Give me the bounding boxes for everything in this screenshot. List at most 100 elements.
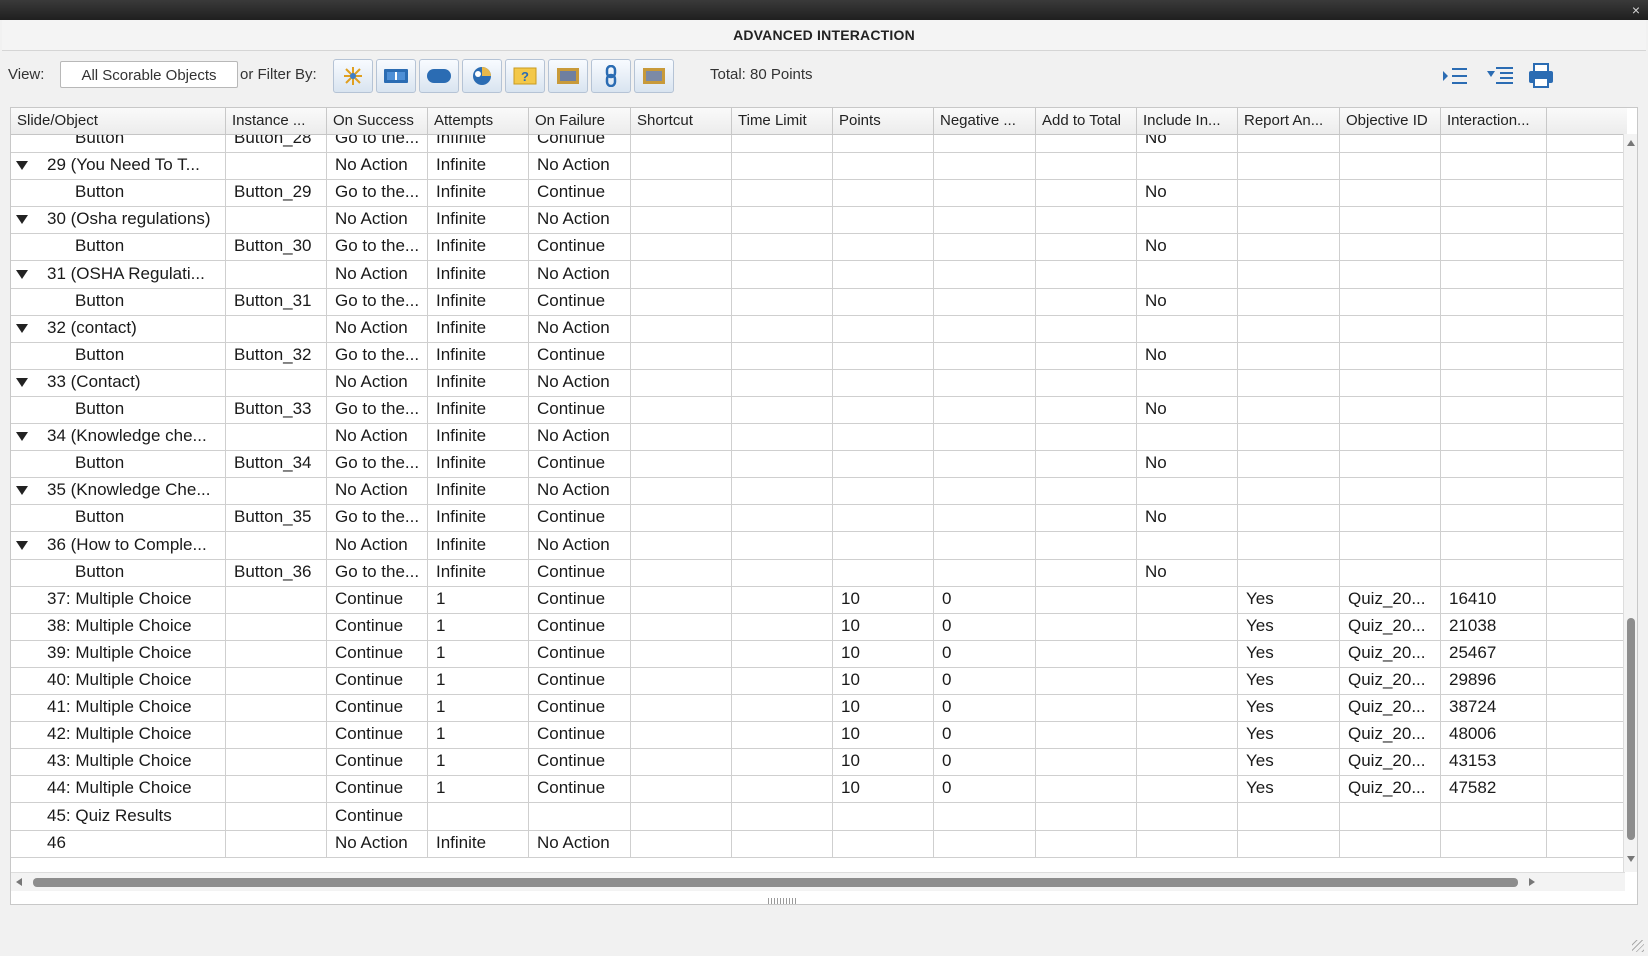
cell-col-negative[interactable]: [934, 801, 1036, 830]
cell-col-objective-id[interactable]: [1340, 313, 1441, 342]
cell-col-add-to-total[interactable]: [1036, 801, 1137, 830]
cell-col-objective-id[interactable]: Quiz_20...: [1340, 638, 1441, 667]
cell-col-negative[interactable]: [934, 286, 1036, 315]
cell-col-interaction-id[interactable]: [1441, 205, 1547, 234]
cell-col-interaction-id[interactable]: [1441, 449, 1547, 478]
cell-col-on-failure[interactable]: No Action: [529, 367, 631, 396]
table-row[interactable]: Button Button_32 Go to the... Infinite Conti…: [11, 340, 1627, 370]
table-row[interactable]: Button Button_34 Go to the... Infinite Conti…: [11, 449, 1627, 479]
cell-col-report-answers[interactable]: [1238, 340, 1340, 369]
close-icon[interactable]: ×: [1632, 2, 1640, 18]
cell-col-on-success[interactable]: Go to the...: [327, 178, 428, 207]
cell-col-interaction-id[interactable]: [1441, 259, 1547, 288]
expand-toggle-icon[interactable]: [16, 486, 28, 496]
cell-col-negative[interactable]: 0: [934, 774, 1036, 803]
cell-col-interaction-id[interactable]: [1441, 801, 1547, 830]
cell-col-attempts[interactable]: Infinite: [428, 340, 529, 369]
cell-col-slide-object[interactable]: Button: [11, 449, 226, 478]
resize-handle[interactable]: [768, 898, 798, 904]
cell-col-negative[interactable]: [934, 557, 1036, 586]
cell-col-attempts[interactable]: 1: [428, 611, 529, 640]
header-col-shortcut[interactable]: Shortcut: [631, 108, 732, 134]
cell-col-report-answers[interactable]: [1238, 232, 1340, 261]
cell-col-on-success[interactable]: Go to the...: [327, 340, 428, 369]
cell-col-slide-object[interactable]: 35 (Knowledge Che...: [11, 476, 226, 505]
cell-col-add-to-total[interactable]: [1036, 666, 1137, 694]
table-row[interactable]: 29 (You Need To T... No Action Infinite No …: [11, 151, 1627, 181]
header-col-on-failure[interactable]: On Failure: [529, 108, 631, 134]
cell-col-points[interactable]: [833, 801, 934, 830]
cell-col-time-limit[interactable]: [732, 476, 833, 505]
cell-col-objective-id[interactable]: [1340, 286, 1441, 315]
cell-col-report-answers[interactable]: [1238, 801, 1340, 830]
cell-col-on-success[interactable]: No Action: [327, 530, 428, 559]
cell-col-time-limit[interactable]: [732, 232, 833, 261]
cell-col-on-failure[interactable]: No Action: [529, 476, 631, 505]
cell-col-on-failure[interactable]: [529, 801, 631, 830]
cell-col-report-answers[interactable]: [1238, 178, 1340, 207]
cell-col-points[interactable]: [833, 205, 934, 234]
cell-col-negative[interactable]: 0: [934, 584, 1036, 613]
cell-col-time-limit[interactable]: [732, 666, 833, 694]
table-row[interactable]: Button Button_33 Go to the... Infinite Conti…: [11, 395, 1627, 424]
cell-col-time-limit[interactable]: [732, 747, 833, 776]
vertical-scroll-thumb[interactable]: [1627, 618, 1635, 840]
scroll-down-icon[interactable]: [1627, 856, 1635, 862]
cell-col-slide-object[interactable]: Button: [11, 135, 226, 152]
cell-col-include-in[interactable]: No: [1137, 232, 1238, 261]
cell-col-report-answers[interactable]: [1238, 503, 1340, 532]
cell-col-interaction-id[interactable]: 21038: [1441, 611, 1547, 640]
cell-col-instance[interactable]: [226, 801, 327, 830]
cell-col-attempts[interactable]: Infinite: [428, 395, 529, 423]
cell-col-instance[interactable]: Button_32: [226, 340, 327, 369]
cell-col-on-success[interactable]: No Action: [327, 367, 428, 396]
scroll-up-icon[interactable]: [1627, 140, 1635, 146]
cell-col-slide-object[interactable]: 41: Multiple Choice: [11, 693, 226, 722]
table-row[interactable]: 31 (OSHA Regulati... No Action Infinite No …: [11, 259, 1627, 289]
cell-col-negative[interactable]: [934, 178, 1036, 207]
cell-col-interaction-id[interactable]: [1441, 557, 1547, 586]
cell-col-shortcut[interactable]: [631, 693, 732, 722]
cell-col-negative[interactable]: [934, 313, 1036, 342]
cell-col-on-failure[interactable]: Continue: [529, 340, 631, 369]
cell-col-negative[interactable]: 0: [934, 611, 1036, 640]
cell-col-shortcut[interactable]: [631, 422, 732, 451]
cell-col-include-in[interactable]: [1137, 720, 1238, 749]
cell-col-objective-id[interactable]: [1340, 340, 1441, 369]
cell-col-include-in[interactable]: [1137, 828, 1238, 857]
cell-col-points[interactable]: [833, 313, 934, 342]
cell-col-include-in[interactable]: No: [1137, 286, 1238, 315]
cell-col-shortcut[interactable]: [631, 503, 732, 532]
cell-col-add-to-total[interactable]: [1036, 476, 1137, 505]
cell-col-interaction-id[interactable]: [1441, 178, 1547, 207]
cell-col-slide-object[interactable]: Button: [11, 232, 226, 261]
cell-col-negative[interactable]: [934, 135, 1036, 152]
cell-col-on-success[interactable]: Continue: [327, 638, 428, 667]
table-row[interactable]: 34 (Knowledge che... No Action Infinite No …: [11, 422, 1627, 452]
header-col-interaction-id[interactable]: Interaction...: [1441, 108, 1547, 134]
scroll-right-icon[interactable]: [1529, 878, 1535, 886]
cell-col-add-to-total[interactable]: [1036, 638, 1137, 667]
cell-col-shortcut[interactable]: [631, 801, 732, 830]
cell-col-include-in[interactable]: [1137, 693, 1238, 722]
cell-col-include-in[interactable]: [1137, 666, 1238, 694]
cell-col-report-answers[interactable]: Yes: [1238, 638, 1340, 667]
cell-col-shortcut[interactable]: [631, 205, 732, 234]
cell-col-points[interactable]: [833, 395, 934, 423]
header-col-objective-id[interactable]: Objective ID: [1340, 108, 1441, 134]
cell-col-on-success[interactable]: Go to the...: [327, 395, 428, 423]
cell-col-include-in[interactable]: [1137, 530, 1238, 559]
cell-col-interaction-id[interactable]: [1441, 232, 1547, 261]
cell-col-on-success[interactable]: Go to the...: [327, 135, 428, 152]
cell-col-time-limit[interactable]: [732, 178, 833, 207]
cell-col-objective-id[interactable]: Quiz_20...: [1340, 611, 1441, 640]
cell-col-on-success[interactable]: Go to the...: [327, 503, 428, 532]
cell-col-attempts[interactable]: Infinite: [428, 313, 529, 342]
cell-col-interaction-id[interactable]: 16410: [1441, 584, 1547, 613]
cell-col-shortcut[interactable]: [631, 828, 732, 857]
cell-col-objective-id[interactable]: Quiz_20...: [1340, 666, 1441, 694]
cell-col-negative[interactable]: [934, 205, 1036, 234]
cell-col-on-success[interactable]: Continue: [327, 774, 428, 803]
cell-col-instance[interactable]: [226, 205, 327, 234]
cell-col-negative[interactable]: [934, 476, 1036, 505]
